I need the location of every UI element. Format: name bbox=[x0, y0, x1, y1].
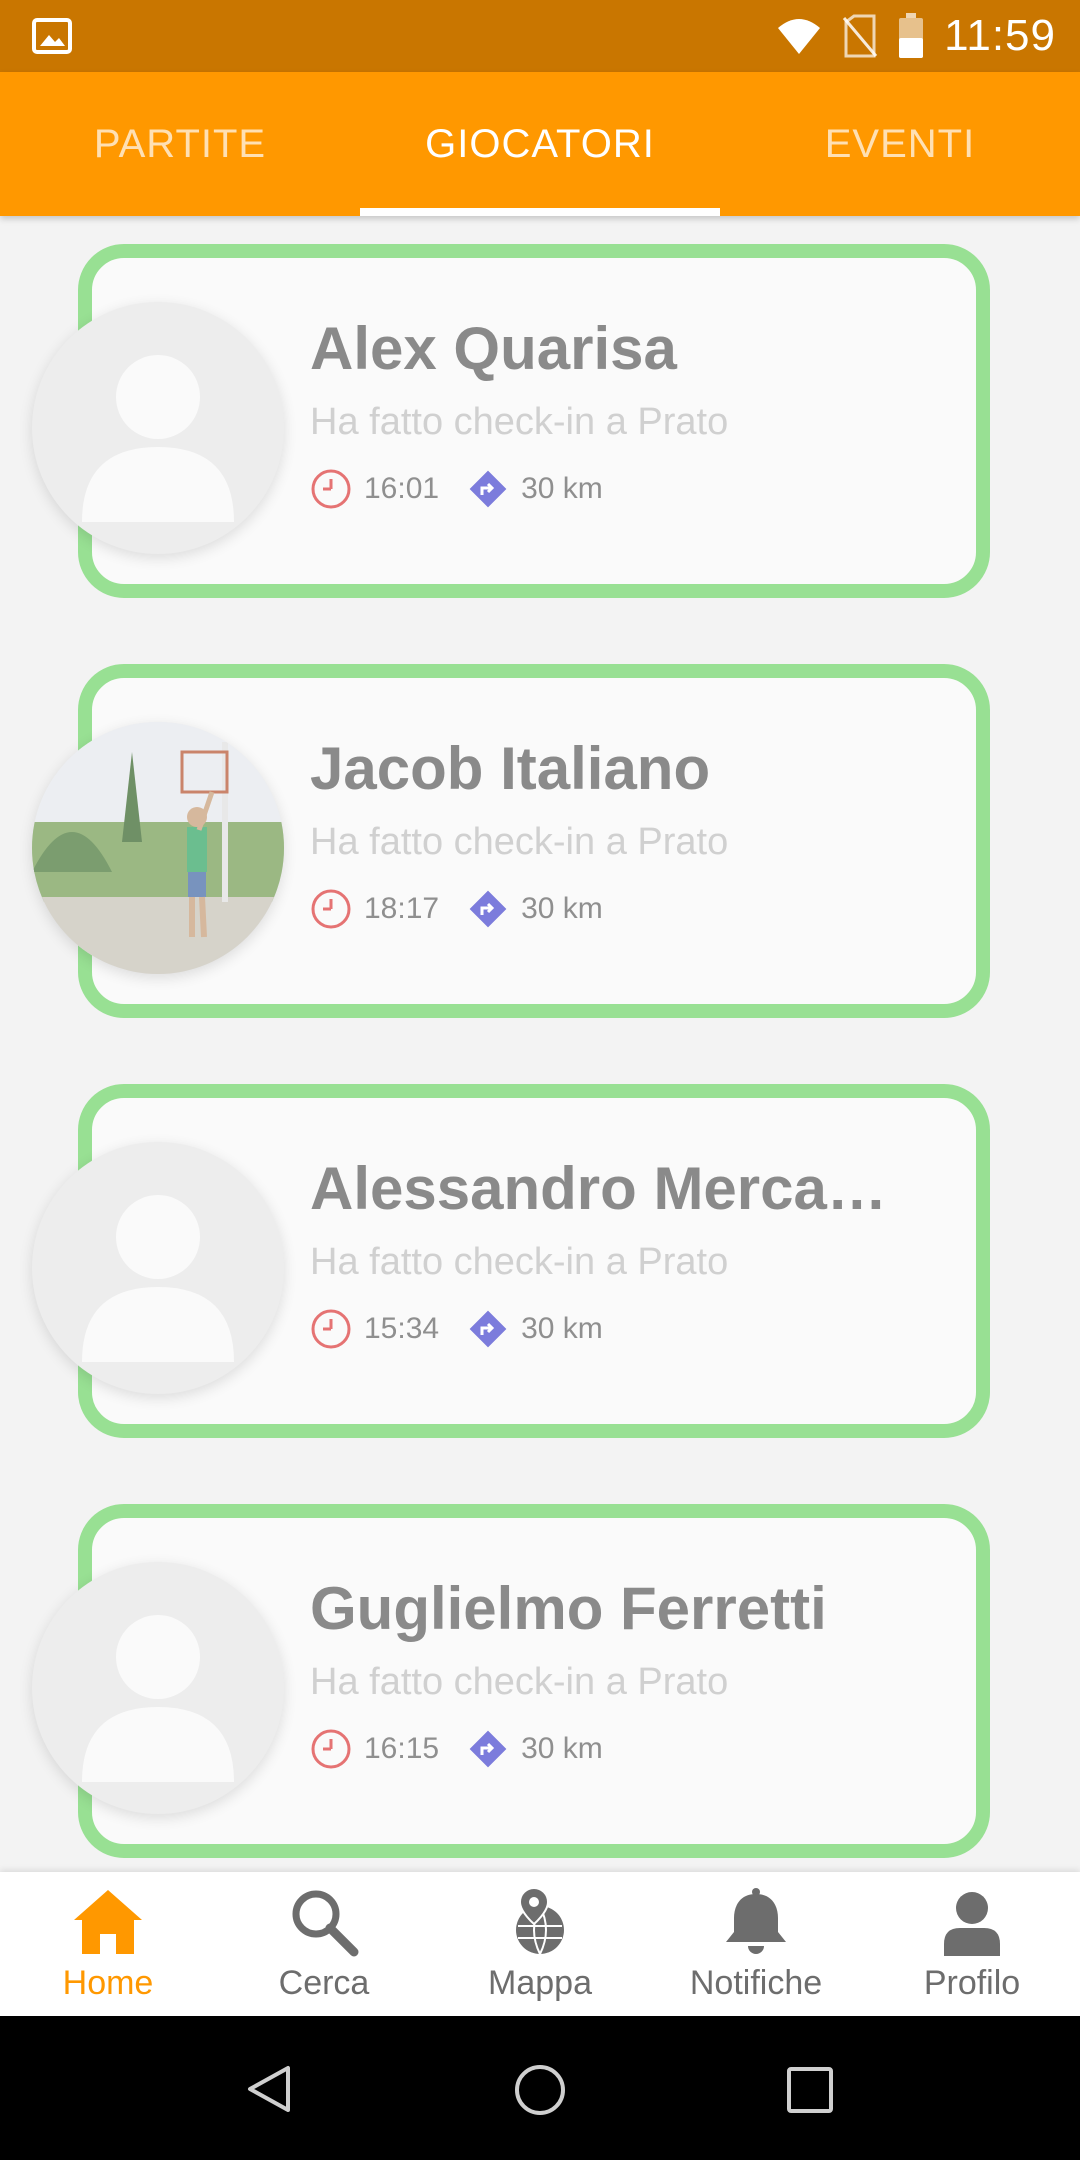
nav-notifiche-label: Notifiche bbox=[689, 1964, 823, 2002]
directions-icon bbox=[469, 1730, 507, 1768]
search-icon bbox=[292, 1890, 359, 1957]
battery-icon bbox=[899, 13, 924, 58]
checkin-time: 18:17 bbox=[364, 892, 440, 925]
tab-giocatori[interactable]: GIOCATORI bbox=[360, 72, 720, 216]
distance: 30 km bbox=[521, 1312, 603, 1345]
clock-icon bbox=[311, 1729, 351, 1769]
clock-icon bbox=[311, 469, 351, 509]
directions-icon bbox=[469, 1310, 507, 1348]
player-avatar-photo bbox=[32, 722, 284, 974]
clock-time: 11:59 bbox=[944, 11, 1056, 60]
nav-profilo[interactable]: Profilo bbox=[864, 1872, 1080, 2016]
top-tab-bar: PARTITE GIOCATORI EVENTI bbox=[0, 72, 1080, 216]
nav-mappa[interactable]: Mappa bbox=[432, 1872, 648, 2016]
checkin-status: Ha fatto check-in a Prato bbox=[310, 821, 729, 863]
gallery-notification-icon bbox=[32, 18, 72, 54]
bell-icon bbox=[726, 1888, 786, 1954]
clock-icon bbox=[311, 889, 351, 929]
checkin-time: 16:01 bbox=[364, 472, 440, 505]
nav-notifiche[interactable]: Notifiche bbox=[648, 1872, 864, 2016]
nav-cerca-label: Cerca bbox=[278, 1964, 370, 2002]
checkin-time: 16:15 bbox=[364, 1732, 440, 1765]
system-navigation-bar bbox=[0, 2016, 1080, 2160]
player-avatar-placeholder bbox=[32, 1562, 284, 1814]
map-globe-icon bbox=[516, 1886, 564, 1955]
back-icon[interactable] bbox=[244, 2064, 294, 2114]
player-list[interactable]: Alex Quarisa Ha fatto check-in a Prato 1… bbox=[0, 216, 1080, 1872]
wifi-icon bbox=[778, 19, 821, 54]
home-circle-icon[interactable] bbox=[512, 2062, 568, 2118]
player-avatar-placeholder bbox=[32, 1142, 284, 1394]
nav-cerca[interactable]: Cerca bbox=[216, 1872, 432, 2016]
player-avatar-placeholder bbox=[32, 302, 284, 554]
checkin-status: Ha fatto check-in a Prato bbox=[310, 401, 729, 443]
no-sim-icon bbox=[843, 14, 878, 58]
player-name: Alex Quarisa bbox=[310, 315, 677, 382]
checkin-time: 15:34 bbox=[364, 1312, 440, 1345]
nav-mappa-label: Mappa bbox=[488, 1964, 592, 2002]
bottom-navigation: Home Cerca Mappa Notifiche Profilo bbox=[0, 1872, 1080, 2016]
status-bar: 11:59 bbox=[0, 0, 1080, 72]
checkin-status: Ha fatto check-in a Prato bbox=[310, 1661, 729, 1703]
player-name: Alessandro Merca… bbox=[310, 1155, 887, 1222]
recents-icon[interactable] bbox=[786, 2066, 834, 2114]
home-icon bbox=[74, 1890, 142, 1954]
tab-partite[interactable]: PARTITE bbox=[0, 72, 360, 216]
nav-profilo-label: Profilo bbox=[923, 1964, 1021, 2002]
distance: 30 km bbox=[521, 892, 603, 925]
nav-home[interactable]: Home bbox=[0, 1872, 216, 2016]
player-name: Guglielmo Ferretti bbox=[310, 1575, 827, 1642]
clock-icon bbox=[311, 1309, 351, 1349]
tab-eventi[interactable]: EVENTI bbox=[720, 72, 1080, 216]
checkin-status: Ha fatto check-in a Prato bbox=[310, 1241, 729, 1283]
nav-home-label: Home bbox=[62, 1964, 154, 2002]
profile-icon bbox=[944, 1892, 1000, 1956]
directions-icon bbox=[469, 470, 507, 508]
distance: 30 km bbox=[521, 472, 603, 505]
player-name: Jacob Italiano bbox=[310, 735, 711, 802]
tab-selected-indicator bbox=[360, 208, 720, 216]
directions-icon bbox=[469, 890, 507, 928]
distance: 30 km bbox=[521, 1732, 603, 1765]
